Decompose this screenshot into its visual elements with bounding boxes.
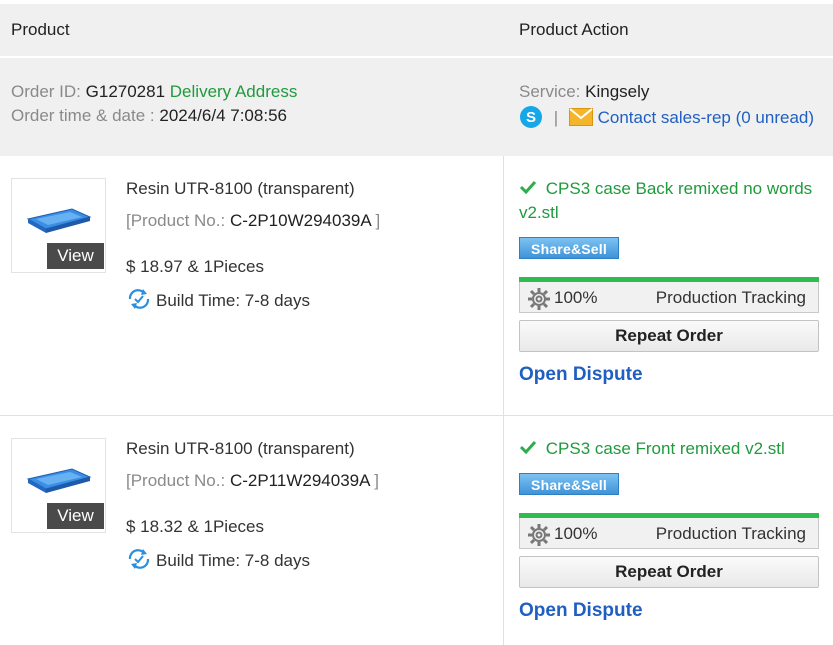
order-id-line: Order ID: G1270281 Delivery Address bbox=[11, 82, 297, 102]
service-label: Service: bbox=[519, 82, 581, 101]
progress-percent: 100% bbox=[554, 288, 598, 307]
share-and-sell-button[interactable]: Share&Sell bbox=[519, 473, 619, 495]
product-number-label: [Product No.: bbox=[126, 471, 226, 490]
progress-fill bbox=[519, 277, 819, 282]
contact-separator: | bbox=[553, 108, 559, 127]
table-header: Product Product Action bbox=[0, 4, 833, 56]
contact-line: S | Contact sales-rep (0 unread) bbox=[519, 105, 814, 131]
product-name: Resin UTR-8100 (transparent) bbox=[126, 179, 355, 198]
order-info-bar: Order ID: G1270281 Delivery Address Orde… bbox=[0, 58, 833, 156]
file-name: CPS3 case Back remixed no words v2.stl bbox=[519, 177, 819, 225]
production-tracking-label: Production Tracking bbox=[655, 524, 806, 543]
mail-icon[interactable] bbox=[568, 108, 593, 131]
order-item-row: View Resin UTR-8100 (transparent) [Produ… bbox=[0, 416, 833, 645]
product-tray-image bbox=[26, 208, 92, 233]
view-button[interactable]: View bbox=[47, 503, 104, 529]
production-tracking-bar[interactable]: 100% Production Tracking bbox=[519, 277, 819, 313]
production-tracking-bar[interactable]: 100% Production Tracking bbox=[519, 513, 819, 549]
view-button[interactable]: View bbox=[47, 243, 104, 269]
build-time-text: Build Time: 7-8 days bbox=[156, 551, 311, 570]
product-name: Resin UTR-8100 (transparent) bbox=[126, 439, 355, 458]
open-dispute-link[interactable]: Open Dispute bbox=[519, 600, 643, 622]
clock-refresh-icon bbox=[126, 548, 152, 575]
product-number-label: [Product No.: bbox=[126, 211, 226, 230]
product-tray-image bbox=[26, 468, 92, 493]
order-page: Product Product Action Order ID: G127028… bbox=[0, 0, 833, 645]
open-dispute-link[interactable]: Open Dispute bbox=[519, 364, 643, 386]
order-id-value: G1270281 bbox=[85, 82, 166, 101]
file-name-text: CPS3 case Back remixed no words v2.stl bbox=[519, 179, 813, 222]
product-number-close: ] bbox=[375, 211, 381, 230]
gear-icon bbox=[527, 287, 551, 316]
order-id-label: Order ID: bbox=[11, 82, 81, 101]
svg-text:S: S bbox=[526, 109, 536, 126]
check-icon bbox=[519, 179, 542, 198]
progress-percent: 100% bbox=[554, 524, 598, 543]
order-time-line: Order time & date : 2024/6/4 7:08:56 bbox=[11, 106, 287, 126]
product-number-value: C-2P10W294039A bbox=[229, 211, 371, 230]
share-and-sell-button[interactable]: Share&Sell bbox=[519, 237, 619, 259]
repeat-order-button[interactable]: Repeat Order bbox=[519, 556, 819, 588]
product-number-value: C-2P11W294039A bbox=[229, 471, 370, 490]
product-number: [Product No.: C-2P10W294039A ] bbox=[126, 211, 380, 231]
file-name: CPS3 case Front remixed v2.stl bbox=[519, 437, 819, 461]
product-number-close: ] bbox=[374, 471, 379, 490]
order-item-row: View Resin UTR-8100 (transparent) [Produ… bbox=[0, 156, 833, 416]
build-time: Build Time: 7-8 days bbox=[126, 288, 310, 315]
check-icon bbox=[519, 439, 542, 458]
service-value: Kingsely bbox=[585, 82, 650, 101]
file-name-text: CPS3 case Front remixed v2.stl bbox=[545, 439, 785, 458]
price-quantity: $ 18.32 & 1Pieces bbox=[126, 517, 264, 536]
service-line: Service: Kingsely bbox=[519, 82, 649, 102]
delivery-address-link[interactable]: Delivery Address bbox=[170, 82, 298, 101]
repeat-order-button[interactable]: Repeat Order bbox=[519, 320, 819, 352]
contact-sales-rep-link[interactable]: Contact sales-rep (0 unread) bbox=[598, 108, 814, 127]
product-number: [Product No.: C-2P11W294039A ] bbox=[126, 471, 379, 491]
order-time-value: 2024/6/4 7:08:56 bbox=[159, 106, 287, 125]
progress-fill bbox=[519, 513, 819, 518]
price-quantity: $ 18.97 & 1Pieces bbox=[126, 257, 264, 276]
order-time-label: Order time & date : bbox=[11, 106, 155, 125]
column-divider bbox=[503, 416, 504, 645]
column-divider bbox=[503, 156, 504, 416]
gear-icon bbox=[527, 523, 551, 552]
clock-refresh-icon bbox=[126, 288, 152, 315]
build-time-text: Build Time: 7-8 days bbox=[156, 291, 311, 310]
build-time: Build Time: 7-8 days bbox=[126, 548, 310, 575]
production-tracking-label: Production Tracking bbox=[655, 288, 806, 307]
product-action-column-header: Product Action bbox=[519, 20, 629, 39]
product-column-header: Product bbox=[11, 20, 70, 39]
skype-icon[interactable]: S bbox=[519, 105, 543, 134]
